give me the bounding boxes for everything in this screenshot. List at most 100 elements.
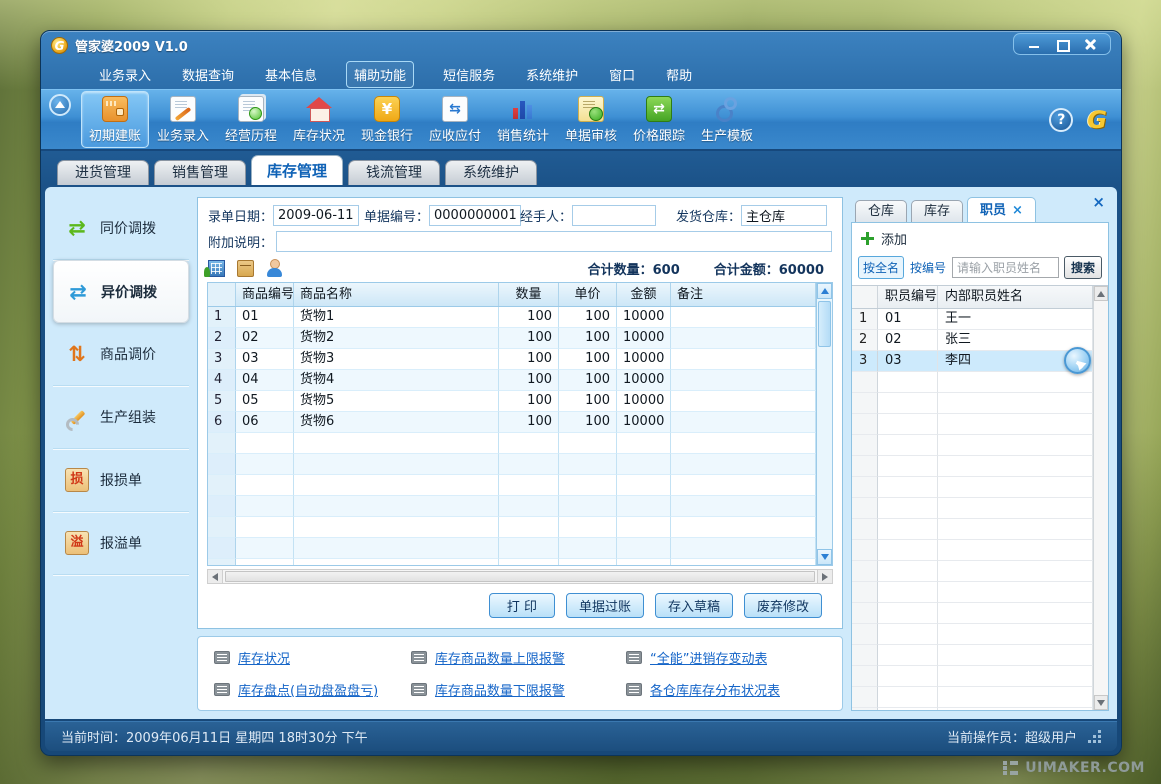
employee-code-cell[interactable]: 01 [878, 309, 938, 330]
sidebar-item-assemble[interactable]: 生产组装 [53, 386, 189, 449]
table-cell[interactable] [671, 349, 816, 370]
hscroll-thumb[interactable] [225, 571, 815, 582]
report-link-2[interactable]: 库存商品数量上限报警 [411, 648, 620, 667]
table-cell[interactable]: 货物1 [294, 307, 499, 328]
table-cell[interactable]: 10000 [617, 391, 671, 412]
table-cell[interactable] [671, 307, 816, 328]
sidebar-item-price-adjust[interactable]: ⇅商品调价 [53, 323, 189, 386]
sidebar-item-overflow-box[interactable]: 溢报溢单 [53, 512, 189, 575]
menu-item-8[interactable]: 帮助 [664, 62, 694, 87]
table-cell[interactable]: 01 [236, 307, 294, 328]
toolbar-item-doc-audit[interactable]: 单据审核 [557, 91, 625, 148]
form-field-input[interactable] [572, 205, 656, 226]
table-cell[interactable]: 货物6 [294, 412, 499, 433]
employee-row[interactable]: 202张三 [852, 330, 1093, 351]
toolbar-item-prod-template[interactable]: 生产模板 [693, 91, 761, 148]
employee-icon[interactable] [266, 260, 283, 277]
tab-1[interactable]: 进货管理 [57, 160, 149, 185]
toolbar-item-sales-stats[interactable]: 销售统计 [489, 91, 557, 148]
table-cell[interactable]: 货物3 [294, 349, 499, 370]
employee-row[interactable]: 101王一 [852, 309, 1093, 330]
table-cell[interactable]: 02 [236, 328, 294, 349]
menu-item-3[interactable]: 基本信息 [263, 62, 319, 87]
maximize-button[interactable] [1050, 37, 1074, 51]
toolbar-item-biz-entry[interactable]: 业务录入 [149, 91, 217, 148]
toolbar-item-stock-status[interactable]: 库存状况 [285, 91, 353, 148]
add-row[interactable]: 添加 [852, 223, 1108, 252]
form-field-input[interactable] [273, 205, 359, 226]
goods-box-icon[interactable] [237, 260, 254, 277]
table-cell[interactable]: 10000 [617, 328, 671, 349]
table-cell[interactable] [671, 328, 816, 349]
sidebar-item-transfer-same[interactable]: ⇄同价调拨 [53, 197, 189, 260]
scroll-up-button[interactable] [817, 283, 832, 299]
table-row[interactable]: 606货物610010010000 [208, 412, 816, 433]
panel-close-icon[interactable]: × [1092, 195, 1105, 210]
table-cell[interactable]: 100 [559, 391, 617, 412]
table-cell[interactable]: 100 [559, 307, 617, 328]
picker-tab-1[interactable]: 仓库 [855, 200, 907, 222]
table-cell[interactable]: 100 [499, 370, 559, 391]
tab-close-icon[interactable]: × [1012, 200, 1023, 221]
picker-tab-2[interactable]: 库存 [911, 200, 963, 222]
table-cell[interactable]: 100 [499, 349, 559, 370]
report-link-6[interactable]: 各仓库库存分布状况表 [626, 680, 826, 699]
table-cell[interactable]: 10000 [617, 349, 671, 370]
table-cell[interactable]: 03 [236, 349, 294, 370]
action-button-4[interactable]: 废弃修改 [744, 593, 822, 618]
toolbar-item-payables[interactable]: ⇆应收应付 [421, 91, 489, 148]
scroll-right-button[interactable] [817, 570, 832, 583]
toolbar-item-init-account[interactable]: 初期建账 [81, 91, 149, 148]
report-link-1[interactable]: 库存状况 [214, 648, 405, 667]
toolbar-item-price-track[interactable]: ⇄价格跟踪 [625, 91, 693, 148]
sidebar-item-transfer-diff[interactable]: ⇄异价调拨 [53, 260, 189, 323]
action-button-1[interactable]: 打 印 [489, 593, 555, 618]
table-cell[interactable]: 100 [499, 391, 559, 412]
search-by-name-toggle[interactable]: 按全名 [858, 256, 904, 279]
table-cell[interactable]: 100 [559, 412, 617, 433]
note-input[interactable] [276, 231, 832, 252]
action-button-2[interactable]: 单据过账 [566, 593, 644, 618]
table-cell[interactable]: 10000 [617, 370, 671, 391]
table-cell[interactable] [671, 370, 816, 391]
table-row[interactable]: 303货物310010010000 [208, 349, 816, 370]
search-input[interactable] [952, 257, 1059, 278]
minimize-button[interactable] [1022, 37, 1046, 51]
table-cell[interactable] [671, 412, 816, 433]
table-row[interactable]: 202货物210010010000 [208, 328, 816, 349]
form-field-input[interactable] [741, 205, 827, 226]
table-cell[interactable]: 100 [499, 307, 559, 328]
resize-grip[interactable] [1087, 730, 1101, 744]
table-row[interactable]: 101货物110010010000 [208, 307, 816, 328]
tab-3[interactable]: 库存管理 [251, 155, 343, 185]
toolbar-item-cash-bank[interactable]: ¥现金银行 [353, 91, 421, 148]
table-cell[interactable]: 10000 [617, 412, 671, 433]
table-cell[interactable]: 100 [499, 328, 559, 349]
tab-5[interactable]: 系统维护 [445, 160, 537, 185]
menu-item-2[interactable]: 数据查询 [180, 62, 236, 87]
scroll-up-button[interactable] [1094, 286, 1108, 301]
table-cell[interactable]: 100 [559, 349, 617, 370]
collapse-toolbar-button[interactable] [49, 94, 71, 116]
search-button[interactable]: 搜索 [1064, 256, 1102, 279]
form-field-input[interactable] [429, 205, 521, 226]
employee-code-cell[interactable]: 02 [878, 330, 938, 351]
close-button[interactable] [1078, 37, 1102, 51]
table-cell[interactable]: 05 [236, 391, 294, 412]
menu-item-7[interactable]: 窗口 [607, 62, 637, 87]
report-link-5[interactable]: 库存商品数量下限报警 [411, 680, 620, 699]
toolbar-item-history[interactable]: 经营历程 [217, 91, 285, 148]
menu-item-1[interactable]: 业务录入 [97, 62, 153, 87]
menu-item-4[interactable]: 辅助功能 [346, 61, 414, 88]
scroll-left-button[interactable] [208, 570, 223, 583]
table-cell[interactable]: 货物5 [294, 391, 499, 412]
tab-2[interactable]: 销售管理 [154, 160, 246, 185]
table-cell[interactable]: 货物4 [294, 370, 499, 391]
menu-item-6[interactable]: 系统维护 [524, 62, 580, 87]
tab-4[interactable]: 钱流管理 [348, 160, 440, 185]
table-row[interactable]: 505货物510010010000 [208, 391, 816, 412]
help-icon[interactable]: ? [1049, 108, 1073, 132]
report-link-4[interactable]: 库存盘点(自动盘盈盘亏) [214, 680, 405, 699]
warehouse-icon[interactable] [208, 260, 225, 277]
scroll-down-button[interactable] [817, 549, 832, 565]
